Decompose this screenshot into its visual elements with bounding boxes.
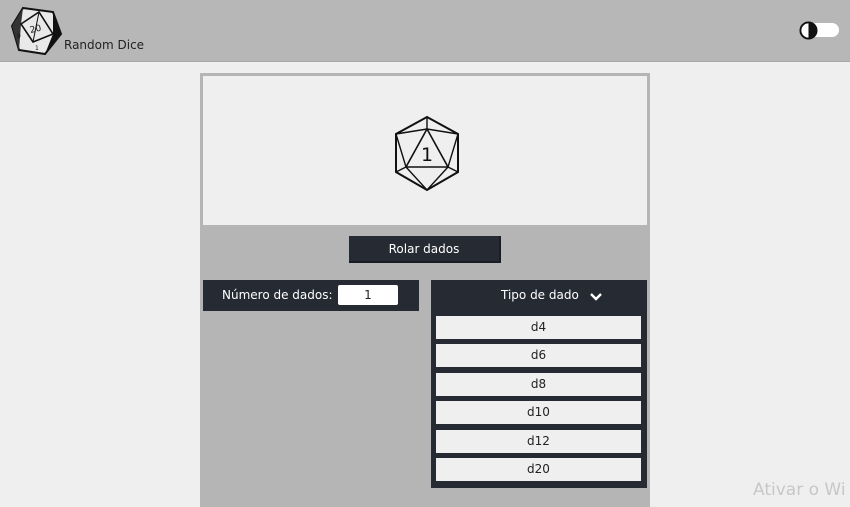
dice-type-toggle[interactable]: Tipo de dado [431, 280, 647, 310]
dice-display: 1 [200, 73, 650, 228]
svg-text:9: 9 [17, 33, 21, 40]
dice-count-input[interactable] [338, 285, 398, 305]
dice-count-box: Número de dados: [203, 280, 419, 311]
main-panel: 1 Rolar dados Número de dados: Tipo de d… [200, 73, 650, 507]
dice-result: 1 [421, 144, 433, 166]
dice-type-option-d6[interactable]: d6 [436, 344, 641, 367]
chevron-down-icon [590, 293, 602, 301]
dice-type-dropdown: Tipo de dado d4 d6 d8 d10 d12 d20 [431, 280, 647, 488]
contrast-icon [799, 21, 818, 40]
app-header: 20 9 1 Random Dice [0, 0, 850, 62]
dice-count-label: Número de dados: [222, 288, 333, 302]
theme-toggle[interactable] [799, 21, 839, 40]
d20-icon: 1 [395, 115, 459, 192]
roll-dice-button[interactable]: Rolar dados [349, 236, 501, 263]
dice-type-option-d10[interactable]: d10 [436, 401, 641, 424]
dice-type-option-d8[interactable]: d8 [436, 373, 641, 396]
dice-type-option-d20[interactable]: d20 [436, 458, 641, 481]
dice-type-option-d4[interactable]: d4 [436, 316, 641, 339]
svg-text:1: 1 [35, 45, 39, 52]
activation-watermark: Ativar o Wi [753, 480, 846, 500]
dice-type-label: Tipo de dado [501, 288, 579, 302]
app-name: Random Dice [64, 38, 145, 52]
dice-type-option-d12[interactable]: d12 [436, 430, 641, 453]
d20-logo-icon: 20 9 1 [10, 6, 63, 56]
